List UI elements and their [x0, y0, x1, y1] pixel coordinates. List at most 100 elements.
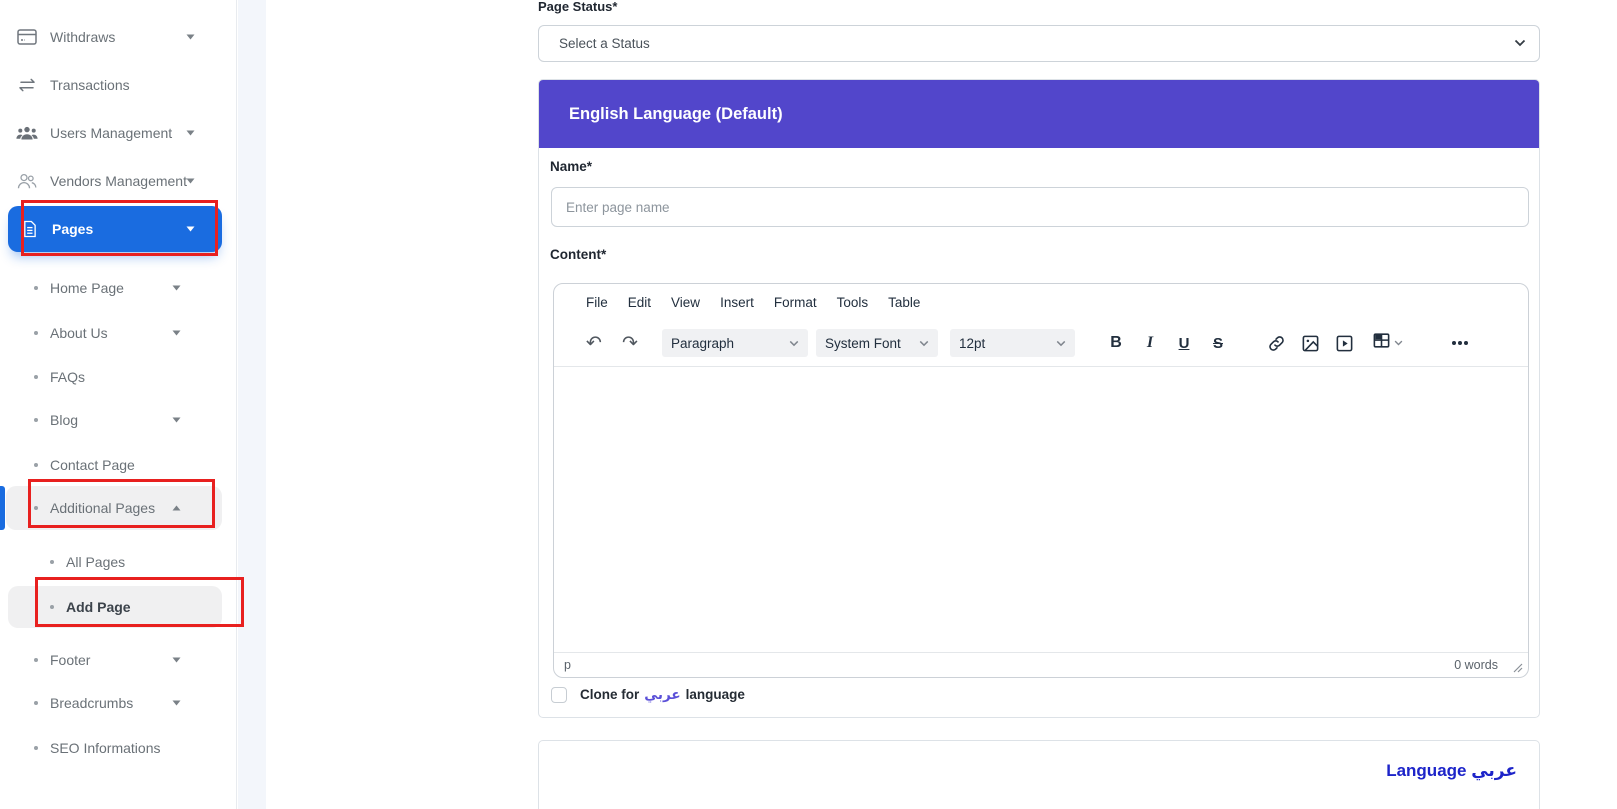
chevron-down-icon [172, 417, 181, 423]
sidebar-item-pages[interactable]: Pages [8, 206, 222, 252]
sidebar-item-withdraws[interactable]: Withdraws [0, 20, 230, 54]
chevron-down-icon [186, 34, 195, 40]
sidebar-item-label: Pages [52, 221, 93, 237]
chevron-up-icon [172, 505, 181, 511]
pages-icon [18, 220, 40, 238]
sidebar-item-label: Add Page [66, 599, 131, 615]
sidebar-item-footer[interactable]: Footer [0, 643, 230, 677]
font-family-select[interactable]: System Font [816, 329, 938, 357]
active-submenu-indicator [0, 486, 5, 530]
content-label: Content* [550, 247, 606, 262]
underline-icon[interactable]: U [1167, 329, 1201, 357]
sidebar-item-label: Users Management [50, 125, 172, 141]
bold-icon[interactable]: B [1099, 329, 1133, 357]
sidebar-item-label: Breadcrumbs [50, 695, 133, 711]
bullet-icon [34, 463, 38, 467]
page-name-input[interactable] [551, 187, 1529, 227]
menu-format[interactable]: Format [764, 290, 827, 315]
bullet-icon [34, 286, 38, 290]
credit-card-icon [16, 29, 38, 45]
sidebar-item-home-page[interactable]: Home Page [0, 271, 230, 305]
menu-tools[interactable]: Tools [827, 290, 879, 315]
menu-view[interactable]: View [661, 290, 710, 315]
sidebar-item-label: Footer [50, 652, 90, 668]
rich-text-editor: File Edit View Insert Format Tools Table… [553, 283, 1529, 678]
sidebar-item-seo-informations[interactable]: SEO Informations [0, 731, 230, 765]
block-format-select[interactable]: Paragraph [662, 329, 808, 357]
sidebar-item-additional-pages[interactable]: Additional Pages [6, 486, 222, 530]
chevron-down-icon [172, 285, 181, 291]
chevron-down-icon [186, 130, 195, 136]
editor-toolbar: ↶ ↷ Paragraph System Font 12pt B I U S [554, 320, 1528, 366]
bullet-icon [34, 658, 38, 662]
link-icon[interactable] [1259, 329, 1293, 357]
bullet-icon [50, 560, 54, 564]
chevron-down-icon [186, 226, 195, 232]
sidebar-item-breadcrumbs[interactable]: Breadcrumbs [0, 686, 230, 720]
arabic-language-card: Language عربي [538, 740, 1540, 809]
italic-icon[interactable]: I [1133, 329, 1167, 357]
chevron-down-icon [1394, 340, 1403, 346]
chevron-down-icon [172, 657, 181, 663]
bullet-icon [34, 701, 38, 705]
chevron-down-icon [172, 330, 181, 336]
sidebar-item-label: FAQs [50, 369, 85, 385]
transactions-icon [16, 78, 38, 92]
sidebar-item-label: Additional Pages [50, 500, 155, 516]
table-icon [1372, 331, 1391, 355]
english-language-card: English Language (Default) Name* Content… [538, 79, 1540, 718]
bullet-icon [34, 331, 38, 335]
vendors-icon [16, 173, 38, 189]
insert-table-button[interactable] [1361, 329, 1413, 357]
app-screen: Withdraws Transactions Users Management … [0, 0, 1617, 809]
insert-image-icon[interactable] [1293, 329, 1327, 357]
resize-handle-icon[interactable] [1513, 663, 1523, 673]
sidebar: Withdraws Transactions Users Management … [0, 0, 237, 809]
page-status-select[interactable]: Select a Status [538, 25, 1540, 62]
chevron-down-icon [1514, 39, 1526, 47]
element-path[interactable]: p [564, 658, 571, 672]
sidebar-scroll-gutter [238, 0, 266, 809]
bullet-icon [34, 418, 38, 422]
sidebar-item-label: Contact Page [50, 457, 135, 473]
arabic-language-header: Language عربي [1386, 761, 1517, 781]
page-status-label: Page Status* [538, 0, 617, 14]
users-icon [16, 126, 38, 141]
sidebar-item-faqs[interactable]: FAQs [0, 360, 230, 394]
clone-label: Clone for عربي language [580, 687, 745, 703]
sidebar-item-label: Home Page [50, 280, 124, 296]
bullet-icon [50, 605, 54, 609]
sidebar-item-add-page[interactable]: Add Page [8, 586, 222, 628]
sidebar-item-label: Blog [50, 412, 78, 428]
menu-file[interactable]: File [576, 290, 618, 315]
menu-insert[interactable]: Insert [710, 290, 764, 315]
bullet-icon [34, 746, 38, 750]
sidebar-item-users-management[interactable]: Users Management [0, 116, 230, 150]
sidebar-item-label: About Us [50, 325, 108, 341]
font-size-select[interactable]: 12pt [950, 329, 1075, 357]
clone-checkbox[interactable] [551, 687, 567, 703]
sidebar-item-vendors-management[interactable]: Vendors Management [0, 164, 230, 198]
sidebar-item-label: All Pages [66, 554, 125, 570]
sidebar-item-all-pages[interactable]: All Pages [0, 545, 230, 579]
bullet-icon [34, 506, 38, 510]
sidebar-item-contact-page[interactable]: Contact Page [0, 448, 230, 482]
name-label: Name* [550, 159, 592, 174]
editor-content-area[interactable] [554, 367, 1528, 652]
more-options-icon[interactable] [1443, 329, 1477, 357]
sidebar-item-blog[interactable]: Blog [0, 403, 230, 437]
sidebar-item-label: SEO Informations [50, 740, 161, 756]
sidebar-item-label: Withdraws [50, 29, 115, 45]
strikethrough-icon[interactable]: S [1201, 329, 1235, 357]
chevron-down-icon [172, 700, 181, 706]
clone-for-arabic-row: Clone for عربي language [551, 680, 745, 710]
menu-edit[interactable]: Edit [618, 290, 661, 315]
sidebar-item-about-us[interactable]: About Us [0, 316, 230, 350]
undo-icon[interactable]: ↶ [580, 329, 608, 357]
menu-table[interactable]: Table [878, 290, 930, 315]
sidebar-item-transactions[interactable]: Transactions [0, 68, 230, 102]
insert-media-icon[interactable] [1327, 329, 1361, 357]
editor-statusbar: p 0 words [554, 652, 1528, 677]
sidebar-item-label: Vendors Management [50, 173, 187, 189]
redo-icon[interactable]: ↷ [616, 329, 644, 357]
